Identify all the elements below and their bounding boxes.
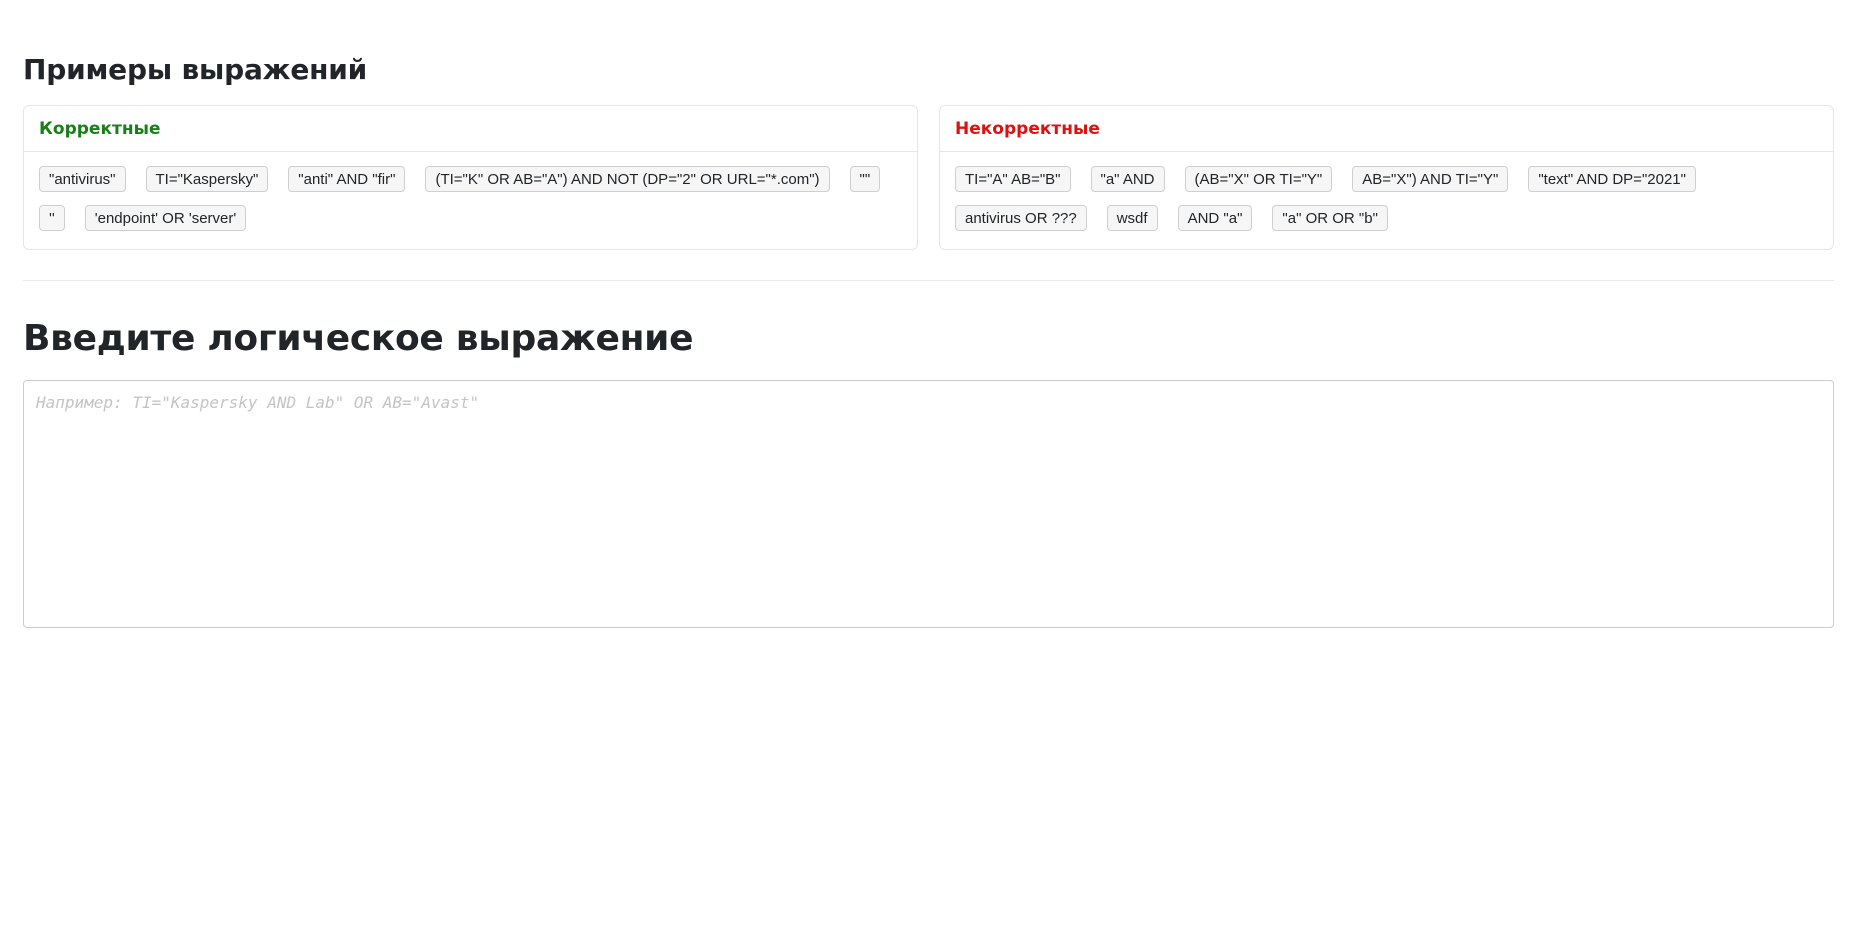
page: Примеры выражений Корректные "antivirus"…: [0, 0, 1857, 926]
invalid-example-chip[interactable]: TI="A" AB="B": [955, 166, 1071, 192]
valid-example-chip[interactable]: '': [39, 205, 65, 231]
invalid-example-chip[interactable]: (AB="X" OR TI="Y": [1184, 166, 1333, 192]
invalid-example-chip[interactable]: antivirus OR ???: [955, 205, 1087, 231]
invalid-example-chip[interactable]: "a" AND: [1090, 166, 1165, 192]
examples-cards: Корректные "antivirus" TI="Kaspersky" "a…: [23, 105, 1834, 250]
valid-examples-card: Корректные "antivirus" TI="Kaspersky" "a…: [23, 105, 918, 250]
valid-examples-header: Корректные: [24, 106, 917, 152]
invalid-example-chip[interactable]: wsdf: [1106, 205, 1158, 231]
examples-title: Примеры выражений: [23, 53, 368, 86]
input-section-title: Введите логическое выражение: [23, 318, 694, 359]
invalid-examples-list: TI="A" AB="B" "a" AND (AB="X" OR TI="Y" …: [940, 152, 1833, 241]
valid-example-chip[interactable]: "": [849, 166, 881, 192]
invalid-example-chip[interactable]: AB="X") AND TI="Y": [1352, 166, 1509, 192]
invalid-example-chip[interactable]: "a" OR OR "b": [1272, 205, 1388, 231]
invalid-examples-card: Некорректные TI="A" AB="B" "a" AND (AB="…: [939, 105, 1834, 250]
valid-examples-list: "antivirus" TI="Kaspersky" "anti" AND "f…: [24, 152, 917, 241]
valid-example-chip[interactable]: (TI="K" OR AB="A") AND NOT (DP="2" OR UR…: [425, 166, 830, 192]
section-divider: [23, 280, 1834, 281]
valid-example-chip[interactable]: "antivirus": [39, 166, 126, 192]
valid-example-chip[interactable]: "anti" AND "fir": [288, 166, 406, 192]
expression-input[interactable]: [23, 380, 1834, 628]
invalid-examples-header: Некорректные: [940, 106, 1833, 152]
invalid-example-chip[interactable]: AND "a": [1177, 205, 1253, 231]
valid-example-chip[interactable]: 'endpoint' OR 'server': [84, 205, 247, 231]
invalid-example-chip[interactable]: "text" AND DP="2021": [1528, 166, 1696, 192]
valid-example-chip[interactable]: TI="Kaspersky": [145, 166, 269, 192]
